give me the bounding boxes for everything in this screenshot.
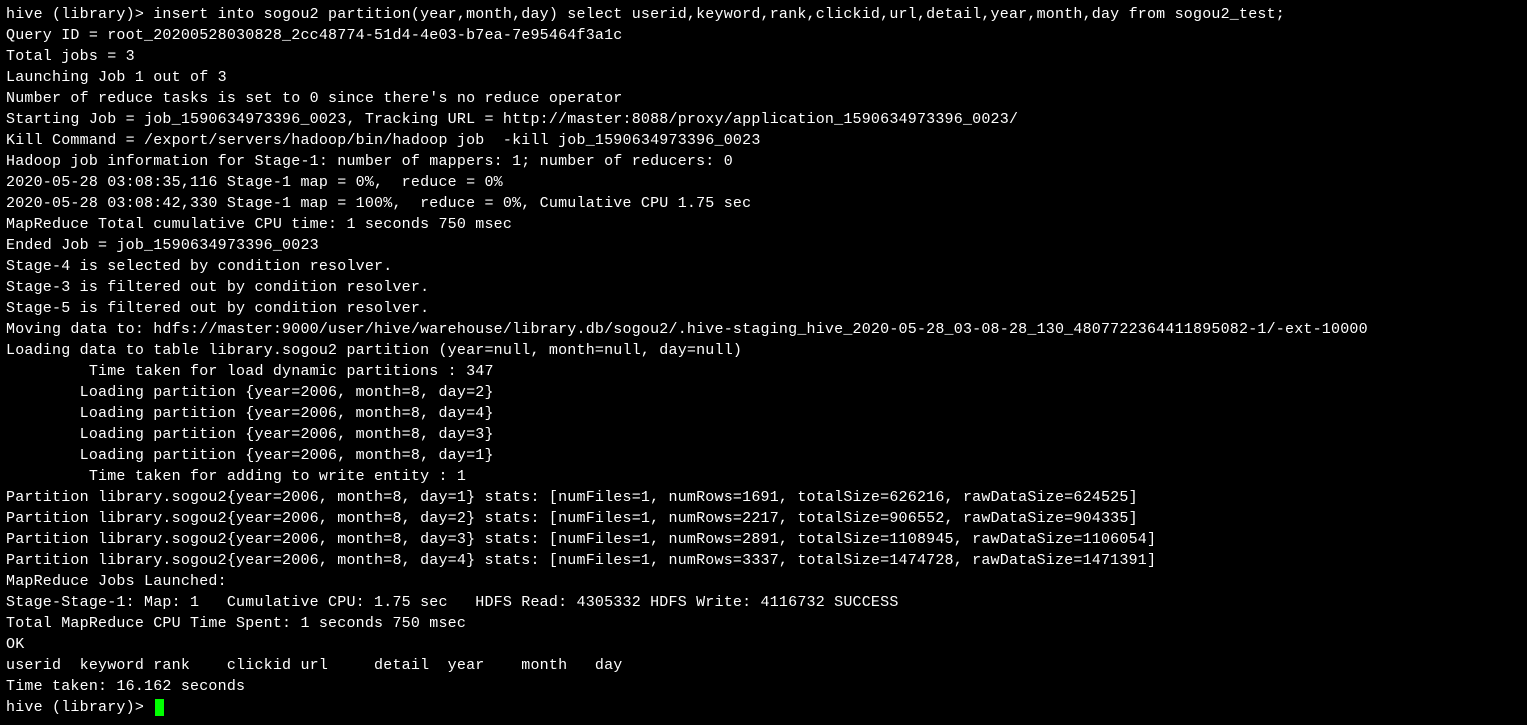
terminal-line: Stage-4 is selected by condition resolve…: [6, 258, 392, 275]
terminal-line: Loading partition {year=2006, month=8, d…: [6, 384, 494, 401]
terminal-line: Partition library.sogou2{year=2006, mont…: [6, 510, 1138, 527]
terminal-line: Time taken: 16.162 seconds: [6, 678, 245, 695]
cursor-icon: [155, 699, 164, 716]
terminal-line: Ended Job = job_1590634973396_0023: [6, 237, 319, 254]
terminal-line: Loading partition {year=2006, month=8, d…: [6, 447, 494, 464]
terminal-line: Loading data to table library.sogou2 par…: [6, 342, 742, 359]
terminal-line: Partition library.sogou2{year=2006, mont…: [6, 489, 1138, 506]
terminal-line: userid keyword rank clickid url detail y…: [6, 657, 623, 674]
terminal-line: Query ID = root_20200528030828_2cc48774-…: [6, 27, 623, 44]
terminal-line: OK: [6, 636, 24, 653]
terminal-line: Launching Job 1 out of 3: [6, 69, 227, 86]
terminal-line: Starting Job = job_1590634973396_0023, T…: [6, 111, 1018, 128]
terminal-line: Time taken for adding to write entity : …: [6, 468, 466, 485]
terminal-line: 2020-05-28 03:08:42,330 Stage-1 map = 10…: [6, 195, 751, 212]
terminal-line: Partition library.sogou2{year=2006, mont…: [6, 531, 1156, 548]
terminal-output[interactable]: hive (library)> insert into sogou2 parti…: [0, 0, 1527, 722]
terminal-line: MapReduce Jobs Launched:: [6, 573, 227, 590]
terminal-line: Stage-3 is filtered out by condition res…: [6, 279, 429, 296]
terminal-line: Loading partition {year=2006, month=8, d…: [6, 405, 494, 422]
terminal-line: Partition library.sogou2{year=2006, mont…: [6, 552, 1156, 569]
terminal-line: Loading partition {year=2006, month=8, d…: [6, 426, 494, 443]
terminal-line: Kill Command = /export/servers/hadoop/bi…: [6, 132, 761, 149]
terminal-prompt[interactable]: hive (library)>: [6, 699, 153, 716]
terminal-line: hive (library)> insert into sogou2 parti…: [6, 6, 1285, 23]
terminal-line: Hadoop job information for Stage-1: numb…: [6, 153, 733, 170]
terminal-line: Time taken for load dynamic partitions :…: [6, 363, 494, 380]
terminal-line: Total MapReduce CPU Time Spent: 1 second…: [6, 615, 466, 632]
terminal-line: 2020-05-28 03:08:35,116 Stage-1 map = 0%…: [6, 174, 503, 191]
terminal-line: Stage-5 is filtered out by condition res…: [6, 300, 429, 317]
terminal-line: Total jobs = 3: [6, 48, 135, 65]
terminal-line: Number of reduce tasks is set to 0 since…: [6, 90, 623, 107]
terminal-line: Stage-Stage-1: Map: 1 Cumulative CPU: 1.…: [6, 594, 899, 611]
terminal-line: Moving data to: hdfs://master:9000/user/…: [6, 321, 1368, 338]
terminal-line: MapReduce Total cumulative CPU time: 1 s…: [6, 216, 512, 233]
